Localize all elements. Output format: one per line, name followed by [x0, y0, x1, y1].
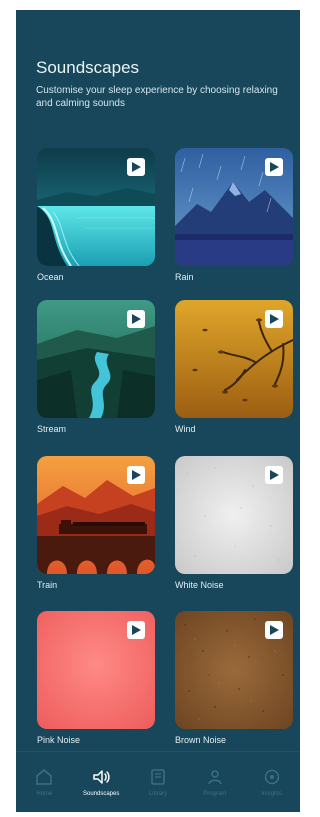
- nav-label: Insights: [261, 790, 282, 797]
- nav-item-soundscapes[interactable]: Soundscapes: [73, 767, 129, 798]
- sound-thumbnail-ocean[interactable]: [37, 148, 155, 266]
- play-button[interactable]: [265, 466, 283, 484]
- sound-card-train[interactable]: Train: [37, 456, 155, 591]
- sound-label: White Noise: [175, 580, 224, 590]
- play-icon: [269, 314, 279, 324]
- play-button[interactable]: [265, 310, 283, 328]
- sound-thumbnail-stream[interactable]: [37, 300, 155, 418]
- program-icon: [208, 769, 222, 784]
- play-icon: [131, 470, 141, 480]
- play-button[interactable]: [127, 466, 145, 484]
- play-button[interactable]: [265, 621, 283, 639]
- sound-label: Ocean: [37, 272, 64, 282]
- sound-card-stream[interactable]: Stream: [37, 300, 155, 435]
- sound-card-ocean[interactable]: Ocean: [37, 148, 155, 283]
- sound-thumbnail-train[interactable]: [37, 456, 155, 574]
- page-title: Soundscapes: [36, 58, 140, 77]
- sound-thumbnail-rain[interactable]: [175, 148, 293, 266]
- sound-thumbnail-wind[interactable]: [175, 300, 293, 418]
- play-icon: [131, 314, 141, 324]
- nav-label: Home: [36, 790, 53, 797]
- sound-card-brown-noise[interactable]: Brown Noise: [175, 611, 293, 746]
- sound-card-rain[interactable]: Rain: [175, 148, 293, 283]
- speaker-icon: [93, 769, 110, 784]
- nav-item-program[interactable]: Program: [187, 767, 243, 798]
- sound-thumbnail-pink-noise[interactable]: [37, 611, 155, 729]
- play-icon: [269, 162, 279, 172]
- nav-item-home[interactable]: Home: [16, 767, 72, 798]
- sound-card-white-noise[interactable]: White Noise: [175, 456, 293, 591]
- nav-label: Library: [148, 790, 168, 797]
- sound-label: Brown Noise: [175, 735, 227, 745]
- sound-label: Wind: [175, 424, 196, 434]
- sound-label: Stream: [37, 424, 67, 434]
- bottom-nav: Home Soundscapes Library Program Insight…: [16, 751, 300, 812]
- play-button[interactable]: [127, 621, 145, 639]
- play-icon: [131, 625, 141, 635]
- play-icon: [269, 470, 279, 480]
- sound-thumbnail-brown-noise[interactable]: [175, 611, 293, 729]
- sound-label: Pink Noise: [37, 735, 81, 745]
- play-button[interactable]: [265, 158, 283, 176]
- play-button[interactable]: [127, 158, 145, 176]
- play-icon: [269, 625, 279, 635]
- page-header: Soundscapes Customise your sleep experie…: [36, 58, 286, 110]
- insights-icon: [264, 769, 279, 784]
- play-icon: [131, 162, 141, 172]
- sound-card-wind[interactable]: Wind: [175, 300, 293, 435]
- sound-label: Train: [37, 580, 58, 590]
- play-button[interactable]: [127, 310, 145, 328]
- soundscapes-screen: Soundscapes Customise your sleep experie…: [16, 10, 300, 812]
- home-icon: [36, 768, 53, 785]
- library-icon: [151, 768, 165, 785]
- nav-label: Soundscapes: [83, 790, 120, 797]
- nav-label: Program: [203, 790, 227, 797]
- sound-thumbnail-white-noise[interactable]: [175, 456, 293, 574]
- nav-item-insights[interactable]: Insights: [244, 767, 300, 798]
- nav-item-library[interactable]: Library: [130, 767, 186, 798]
- page-subtitle: Customise your sleep experience by choos…: [36, 85, 278, 109]
- sound-card-pink-noise[interactable]: Pink Noise: [37, 611, 155, 746]
- sound-label: Rain: [175, 272, 194, 282]
